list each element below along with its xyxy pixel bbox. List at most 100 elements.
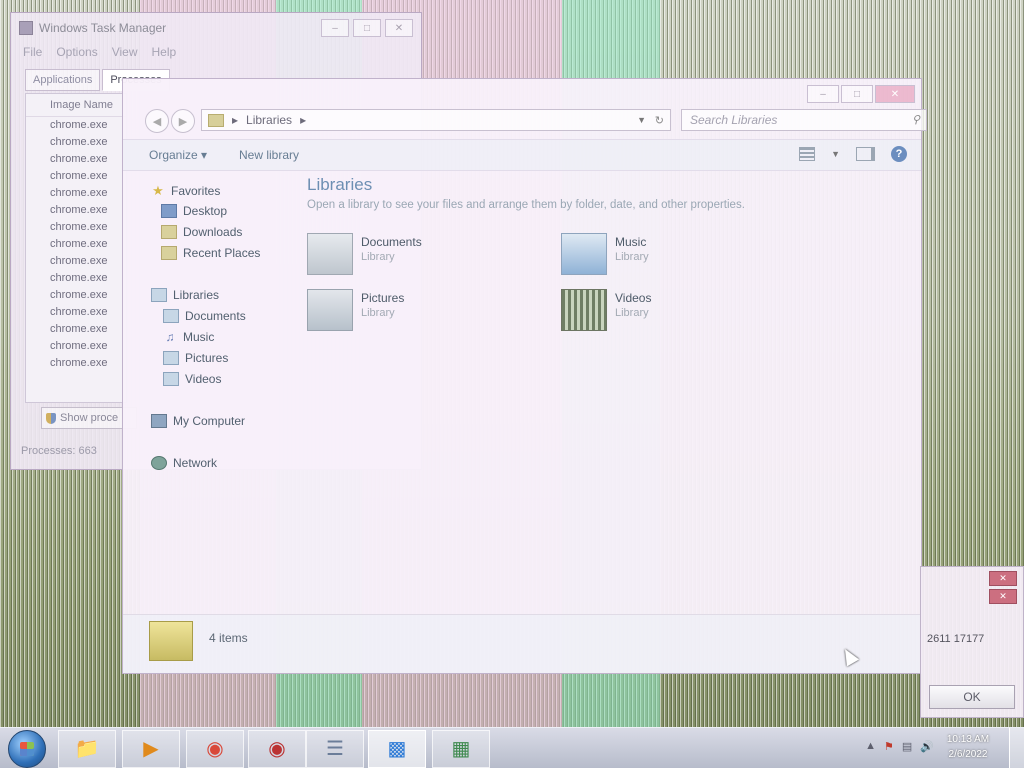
task-manager-icon: ☰ [326,738,344,760]
process-row[interactable]: chrome.exe [26,355,126,372]
library-name: Videos [615,291,652,305]
refresh-icon[interactable]: ↻ [655,114,664,127]
process-row[interactable]: chrome.exe [26,321,126,338]
page-subtitle: Open a library to see your files and arr… [307,199,745,211]
taskbar-libraries-button[interactable]: ▦ [432,730,490,768]
taskbar-active-app-button[interactable]: ▩ [368,730,426,768]
minimize-button[interactable]: – [321,19,349,37]
search-placeholder: Search Libraries [690,113,778,127]
desktop-icon [161,204,177,218]
details-pane: 4 items [123,614,921,673]
nav-pictures[interactable]: Pictures [163,351,228,365]
music-library-icon [561,233,607,275]
menu-file[interactable]: File [23,45,42,59]
menu-help[interactable]: Help [152,45,177,59]
process-row[interactable]: chrome.exe [26,219,126,236]
nav-downloads-label: Downloads [183,225,243,239]
library-documents[interactable]: Documents Library [307,233,487,279]
clock-date: 2/6/2022 [948,749,988,760]
show-desktop-button[interactable] [1009,728,1024,768]
maximize-button[interactable]: □ [841,85,873,103]
library-pictures[interactable]: Pictures Library [307,289,487,335]
nav-documents[interactable]: Documents [163,309,246,323]
back-button[interactable]: ◀ [145,109,169,133]
address-bar[interactable]: ▸ Libraries ▸ ▼ ↻ [201,109,671,131]
change-view-icon[interactable] [799,147,816,161]
minimize-button[interactable]: – [807,85,839,103]
system-clock[interactable]: 10:13 AM 2/6/2022 [936,732,1000,762]
process-row[interactable]: chrome.exe [26,270,126,287]
process-row[interactable]: chrome.exe [26,287,126,304]
forward-button[interactable]: ▶ [171,109,195,133]
action-center-flag-icon[interactable]: ⚑ [884,740,894,753]
preview-pane-icon[interactable] [856,147,875,161]
nav-favorites-label: Favorites [171,184,221,198]
show-hidden-icons-icon[interactable]: ▲ [865,740,876,753]
nav-recent-places[interactable]: Recent Places [161,246,260,260]
navigation-pane: ★ Favorites Desktop Downloads Recent Pla… [123,171,287,613]
address-history-dropdown-icon[interactable]: ▼ [637,115,646,125]
item-count: 4 items [209,631,248,645]
menu-view[interactable]: View [112,45,138,59]
show-processes-label: Show proce [60,412,119,424]
close-button[interactable]: ✕ [989,589,1017,604]
help-icon[interactable]: ? [891,146,907,162]
computer-icon [151,414,167,428]
nav-videos[interactable]: Videos [163,372,221,386]
volume-icon[interactable]: 🔊 [920,740,934,753]
process-row[interactable]: chrome.exe [26,151,126,168]
nav-libraries[interactable]: Libraries [151,288,219,302]
close-button[interactable]: ✕ [385,19,413,37]
nav-desktop[interactable]: Desktop [161,204,227,218]
process-row[interactable]: chrome.exe [26,202,126,219]
nav-my-computer[interactable]: My Computer [151,414,245,428]
process-row[interactable]: chrome.exe [26,185,126,202]
nav-videos-label: Videos [185,372,222,386]
taskbar-media-player-button[interactable]: ▶ [122,730,180,768]
network-tray-icon[interactable]: ▤ [902,740,912,753]
process-row[interactable]: chrome.exe [26,304,126,321]
tab-applications[interactable]: Applications [25,69,101,91]
nav-favorites[interactable]: ★ Favorites [151,183,220,199]
process-row[interactable]: chrome.exe [26,236,126,253]
taskbar-chrome-button[interactable]: ◉ [186,730,244,768]
library-type: Library [615,307,649,319]
search-input[interactable]: Search Libraries ⚲ [681,109,927,131]
nav-downloads[interactable]: Downloads [161,225,242,239]
process-count-status: Processes: 663 [21,445,97,457]
message-dialog: ✕ ✕ 2611 17177 OK [920,566,1024,718]
nav-recent-label: Recent Places [183,246,261,260]
view-options-dropdown-icon[interactable]: ▼ [831,149,840,159]
process-row[interactable]: chrome.exe [26,168,126,185]
taskbar-explorer-button[interactable]: 📁 [58,730,116,768]
library-name: Pictures [361,291,405,305]
column-header-image-name[interactable]: Image Name [26,94,126,117]
process-row[interactable]: chrome.exe [26,117,126,134]
breadcrumb-libraries[interactable]: Libraries [246,113,292,127]
taskbar-app-button[interactable]: ◉ [248,730,306,768]
process-list[interactable]: Image Name chrome.exe chrome.exe chrome.… [25,93,127,403]
process-row[interactable]: chrome.exe [26,338,126,355]
ok-button[interactable]: OK [929,685,1015,709]
clock-time: 10:13 AM [946,734,990,745]
new-library-button[interactable]: New library [239,148,299,162]
downloads-folder-icon [161,225,177,239]
library-videos[interactable]: Videos Library [561,289,741,335]
process-row[interactable]: chrome.exe [26,134,126,151]
maximize-button[interactable]: □ [353,19,381,37]
nav-network[interactable]: Network [151,456,217,470]
close-button[interactable]: ✕ [989,571,1017,586]
close-button[interactable]: ✕ [875,85,915,103]
start-button[interactable] [8,730,46,768]
taskbar-task-manager-button[interactable]: ☰ [306,730,364,768]
libraries-folder-icon [149,621,193,661]
task-manager-titlebar[interactable]: Windows Task Manager [19,19,166,37]
search-icon[interactable]: ⚲ [912,113,920,126]
breadcrumb-arrow-icon[interactable]: ▸ [300,113,306,127]
menu-options[interactable]: Options [56,45,97,59]
documents-icon [163,309,179,323]
library-music[interactable]: Music Library [561,233,741,279]
organize-button[interactable]: Organize ▾ [149,148,207,162]
process-row[interactable]: chrome.exe [26,253,126,270]
nav-music[interactable]: ♫ Music [163,330,215,344]
